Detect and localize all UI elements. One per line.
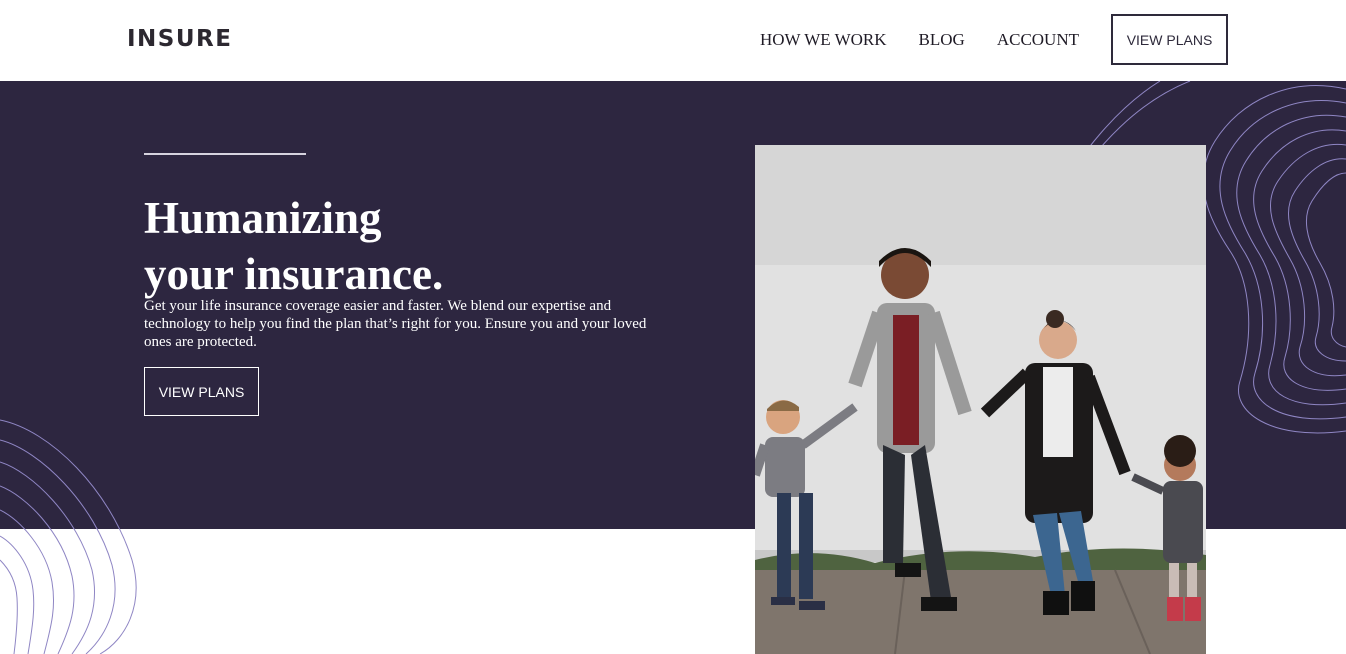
view-plans-nav-button[interactable]: VIEW PLANS xyxy=(1111,14,1228,65)
swirl-pattern-left-icon xyxy=(0,419,137,654)
page: INSURE HOW WE WORK BLOG ACCOUNT VIEW PLA… xyxy=(0,0,1346,654)
family-photo xyxy=(755,145,1206,654)
hero-divider xyxy=(144,153,306,155)
hero-title-line-1: Humanizing xyxy=(144,193,382,243)
site-header: INSURE HOW WE WORK BLOG ACCOUNT VIEW PLA… xyxy=(0,0,1346,81)
nav-link-blog[interactable]: BLOG xyxy=(919,30,965,50)
hero-title-line-2: your insurance. xyxy=(144,249,444,299)
hero-description: Get your life insurance coverage easier … xyxy=(144,298,647,350)
nav-link-account[interactable]: ACCOUNT xyxy=(997,30,1079,50)
hero-title: Humanizing your insurance. xyxy=(144,190,664,302)
main-nav: HOW WE WORK BLOG ACCOUNT VIEW PLANS xyxy=(760,14,1228,65)
logo[interactable]: INSURE xyxy=(127,26,232,52)
nav-link-how-we-work[interactable]: HOW WE WORK xyxy=(760,30,887,50)
view-plans-hero-button[interactable]: VIEW PLANS xyxy=(144,367,259,416)
